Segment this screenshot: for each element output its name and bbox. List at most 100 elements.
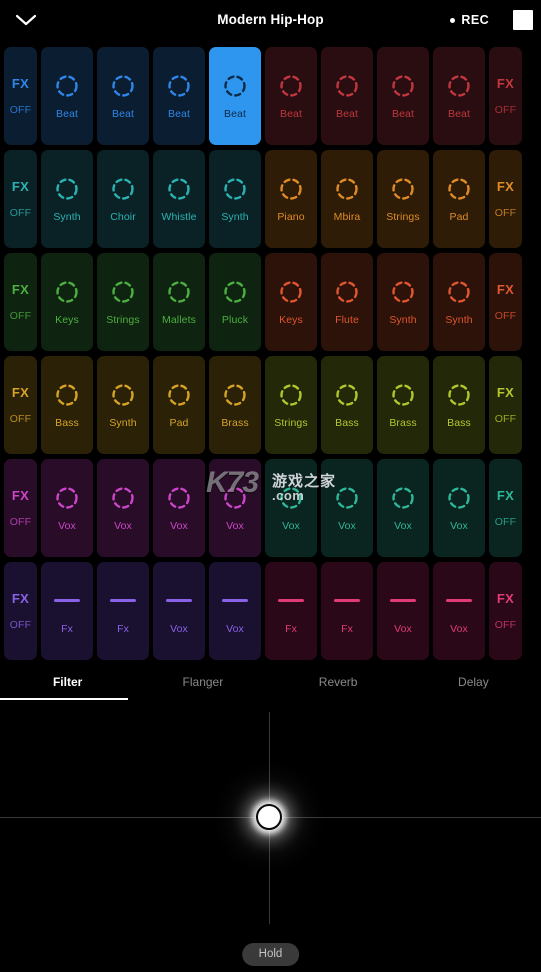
fx-pad-row-4-left[interactable]: FX OFF xyxy=(4,356,37,454)
pad-row-5-right-0[interactable]: Vox xyxy=(265,459,317,557)
pad-row-6-left-3[interactable]: Vox xyxy=(209,562,261,660)
pad-row-5-left-1[interactable]: Vox xyxy=(97,459,149,557)
pad-row-5-right-2[interactable]: Vox xyxy=(377,459,429,557)
dashed-circle-icon xyxy=(446,176,472,202)
dash-line-icon xyxy=(446,588,472,614)
pad-row-2-left-3[interactable]: Synth xyxy=(209,150,261,248)
fx-pad-row-1-right[interactable]: FX OFF xyxy=(489,47,522,145)
dashed-circle-icon xyxy=(390,485,416,511)
fx-pad-row-3-left[interactable]: FX OFF xyxy=(4,253,37,351)
pad-row-2-left-2[interactable]: Whistle xyxy=(153,150,205,248)
pad-row-4-right-3[interactable]: Bass xyxy=(433,356,485,454)
fx-pad-state: OFF xyxy=(494,103,517,116)
pad-grid: FX OFF Beat Beat Beat Beat Beat Beat Beat Beat FX O… xyxy=(0,47,541,661)
app-header: Modern Hip-Hop REC xyxy=(0,0,541,40)
fx-pad-state: OFF xyxy=(9,206,32,219)
pad-row-6-left-2[interactable]: Vox xyxy=(153,562,205,660)
dash-line-icon xyxy=(334,588,360,614)
dashed-circle-icon xyxy=(446,279,472,305)
pad-row-3-right-0[interactable]: Keys xyxy=(265,253,317,351)
pad-row-1-right-3[interactable]: Beat xyxy=(433,47,485,145)
pad-row-1-right-2[interactable]: Beat xyxy=(377,47,429,145)
fx-pad-row-6-right[interactable]: FX OFF xyxy=(489,562,522,660)
fx-pad-row-6-left[interactable]: FX OFF xyxy=(4,562,37,660)
pad-row-1-left-1[interactable]: Beat xyxy=(97,47,149,145)
pad-label: Bass xyxy=(335,416,359,429)
fx-pad-title: FX xyxy=(11,384,30,400)
pad-row-6-right-0[interactable]: Fx xyxy=(265,562,317,660)
xy-puck-handle[interactable] xyxy=(256,804,282,830)
dash-line-icon xyxy=(222,588,248,614)
pad-row-3-right-2[interactable]: Synth xyxy=(377,253,429,351)
tab-filter[interactable]: Filter xyxy=(0,665,135,698)
fx-pad-row-2-left[interactable]: FX OFF xyxy=(4,150,37,248)
pad-row-5-right-3[interactable]: Vox xyxy=(433,459,485,557)
pad-row-2-right-2[interactable]: Strings xyxy=(377,150,429,248)
pad-row-4-right-0[interactable]: Strings xyxy=(265,356,317,454)
pad-row-1-right-1[interactable]: Beat xyxy=(321,47,373,145)
pad-label: Beat xyxy=(336,107,358,120)
fx-pad-title: FX xyxy=(496,75,515,91)
pad-row-4-left-2[interactable]: Pad xyxy=(153,356,205,454)
stop-square-icon[interactable] xyxy=(513,10,533,30)
dashed-circle-icon xyxy=(54,382,80,408)
pad-row-1-left-0[interactable]: Beat xyxy=(41,47,93,145)
pad-row-5-left-0[interactable]: Vox xyxy=(41,459,93,557)
pad-row-1-left-2[interactable]: Beat xyxy=(153,47,205,145)
tab-delay[interactable]: Delay xyxy=(406,665,541,698)
pad-row-2-right-1[interactable]: Mbira xyxy=(321,150,373,248)
pad-label: Synth xyxy=(445,313,473,326)
pad-row-5-left-3[interactable]: Vox xyxy=(209,459,261,557)
fx-pad-row-5-left[interactable]: FX OFF xyxy=(4,459,37,557)
pad-row-2-right-0[interactable]: Piano xyxy=(265,150,317,248)
pad-label: Pad xyxy=(449,210,469,223)
pad-row-4-left-1[interactable]: Synth xyxy=(97,356,149,454)
xy-control-pad[interactable] xyxy=(0,702,541,934)
tab-flanger[interactable]: Flanger xyxy=(135,665,270,698)
pad-row-3-right-3[interactable]: Synth xyxy=(433,253,485,351)
fx-pad-row-2-right[interactable]: FX OFF xyxy=(489,150,522,248)
pad-row-4-right-1[interactable]: Bass xyxy=(321,356,373,454)
pad-label: Synth xyxy=(53,210,81,223)
dashed-circle-icon xyxy=(390,279,416,305)
pad-row-1-left-3[interactable]: Beat xyxy=(209,47,261,145)
dashed-circle-icon xyxy=(390,382,416,408)
pad-label: Bass xyxy=(447,416,471,429)
pad-row-3-left-1[interactable]: Strings xyxy=(97,253,149,351)
pad-label: Strings xyxy=(274,416,308,429)
pad-row-5-left-2[interactable]: Vox xyxy=(153,459,205,557)
pad-row-6-right-2[interactable]: Vox xyxy=(377,562,429,660)
tab-reverb[interactable]: Reverb xyxy=(271,665,406,698)
dashed-circle-icon xyxy=(54,485,80,511)
fx-pad-row-3-right[interactable]: FX OFF xyxy=(489,253,522,351)
pad-row-6-right-3[interactable]: Vox xyxy=(433,562,485,660)
dashed-circle-icon xyxy=(166,279,192,305)
pad-label: Vox xyxy=(58,519,76,532)
fx-pad-row-1-left[interactable]: FX OFF xyxy=(4,47,37,145)
pad-row-5-right-1[interactable]: Vox xyxy=(321,459,373,557)
pad-row-3-left-2[interactable]: Mallets xyxy=(153,253,205,351)
pad-row-2-left-1[interactable]: Choir xyxy=(97,150,149,248)
pad-row-4-left-3[interactable]: Brass xyxy=(209,356,261,454)
pad-row-2-left-0[interactable]: Synth xyxy=(41,150,93,248)
pad-label: Flute xyxy=(335,313,359,326)
pad-row-4-left-0[interactable]: Bass xyxy=(41,356,93,454)
pad-label: Fx xyxy=(117,622,129,635)
pad-row-2-right-3[interactable]: Pad xyxy=(433,150,485,248)
record-button[interactable]: REC xyxy=(450,0,489,40)
pad-row-6-right-1[interactable]: Fx xyxy=(321,562,373,660)
fx-pad-state: OFF xyxy=(9,103,32,116)
hold-button[interactable]: Hold xyxy=(241,943,300,966)
pad-row-3-left-3[interactable]: Pluck xyxy=(209,253,261,351)
dashed-circle-icon xyxy=(222,279,248,305)
pad-row-6-left-1[interactable]: Fx xyxy=(97,562,149,660)
pad-row-6-left-0[interactable]: Fx xyxy=(41,562,93,660)
pad-row-4-right-2[interactable]: Brass xyxy=(377,356,429,454)
fx-pad-row-5-right[interactable]: FX OFF xyxy=(489,459,522,557)
pad-row-1-right-0[interactable]: Beat xyxy=(265,47,317,145)
fx-pad-row-4-right[interactable]: FX OFF xyxy=(489,356,522,454)
pad-row-3-left-0[interactable]: Keys xyxy=(41,253,93,351)
pad-label: Fx xyxy=(285,622,297,635)
pad-label: Beat xyxy=(168,107,190,120)
pad-row-3-right-1[interactable]: Flute xyxy=(321,253,373,351)
